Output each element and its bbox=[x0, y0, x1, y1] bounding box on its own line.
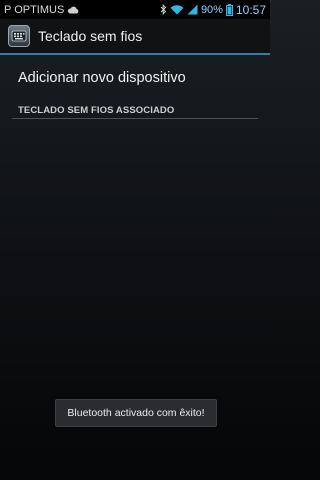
toast-text: Bluetooth activado com êxito! bbox=[67, 407, 205, 419]
status-bar-left: P OPTIMUS bbox=[4, 4, 160, 16]
status-bar: P OPTIMUS 90% 10:57 bbox=[0, 0, 270, 19]
cloud-icon bbox=[67, 6, 79, 14]
add-new-device-label: Adicionar novo dispositivo bbox=[18, 70, 186, 86]
paired-keyboard-section-header: TECLADO SEM FIOS ASSOCIADO bbox=[12, 105, 258, 119]
signal-icon bbox=[187, 4, 198, 15]
toast-message: Bluetooth activado com êxito! bbox=[55, 399, 217, 427]
battery-percent: 90% bbox=[200, 3, 223, 16]
clock: 10:57 bbox=[235, 2, 266, 17]
add-new-device-button[interactable]: Adicionar novo dispositivo bbox=[0, 55, 270, 101]
page-title: Teclado sem fios bbox=[38, 28, 143, 44]
action-bar: Teclado sem fios bbox=[0, 19, 270, 55]
keyboard-icon[interactable] bbox=[8, 25, 30, 47]
wifi-icon bbox=[170, 4, 184, 15]
battery-icon bbox=[225, 3, 233, 16]
carrier-name: P OPTIMUS bbox=[4, 3, 65, 16]
bluetooth-icon bbox=[160, 4, 167, 15]
status-bar-right: 90% 10:57 bbox=[160, 3, 266, 17]
